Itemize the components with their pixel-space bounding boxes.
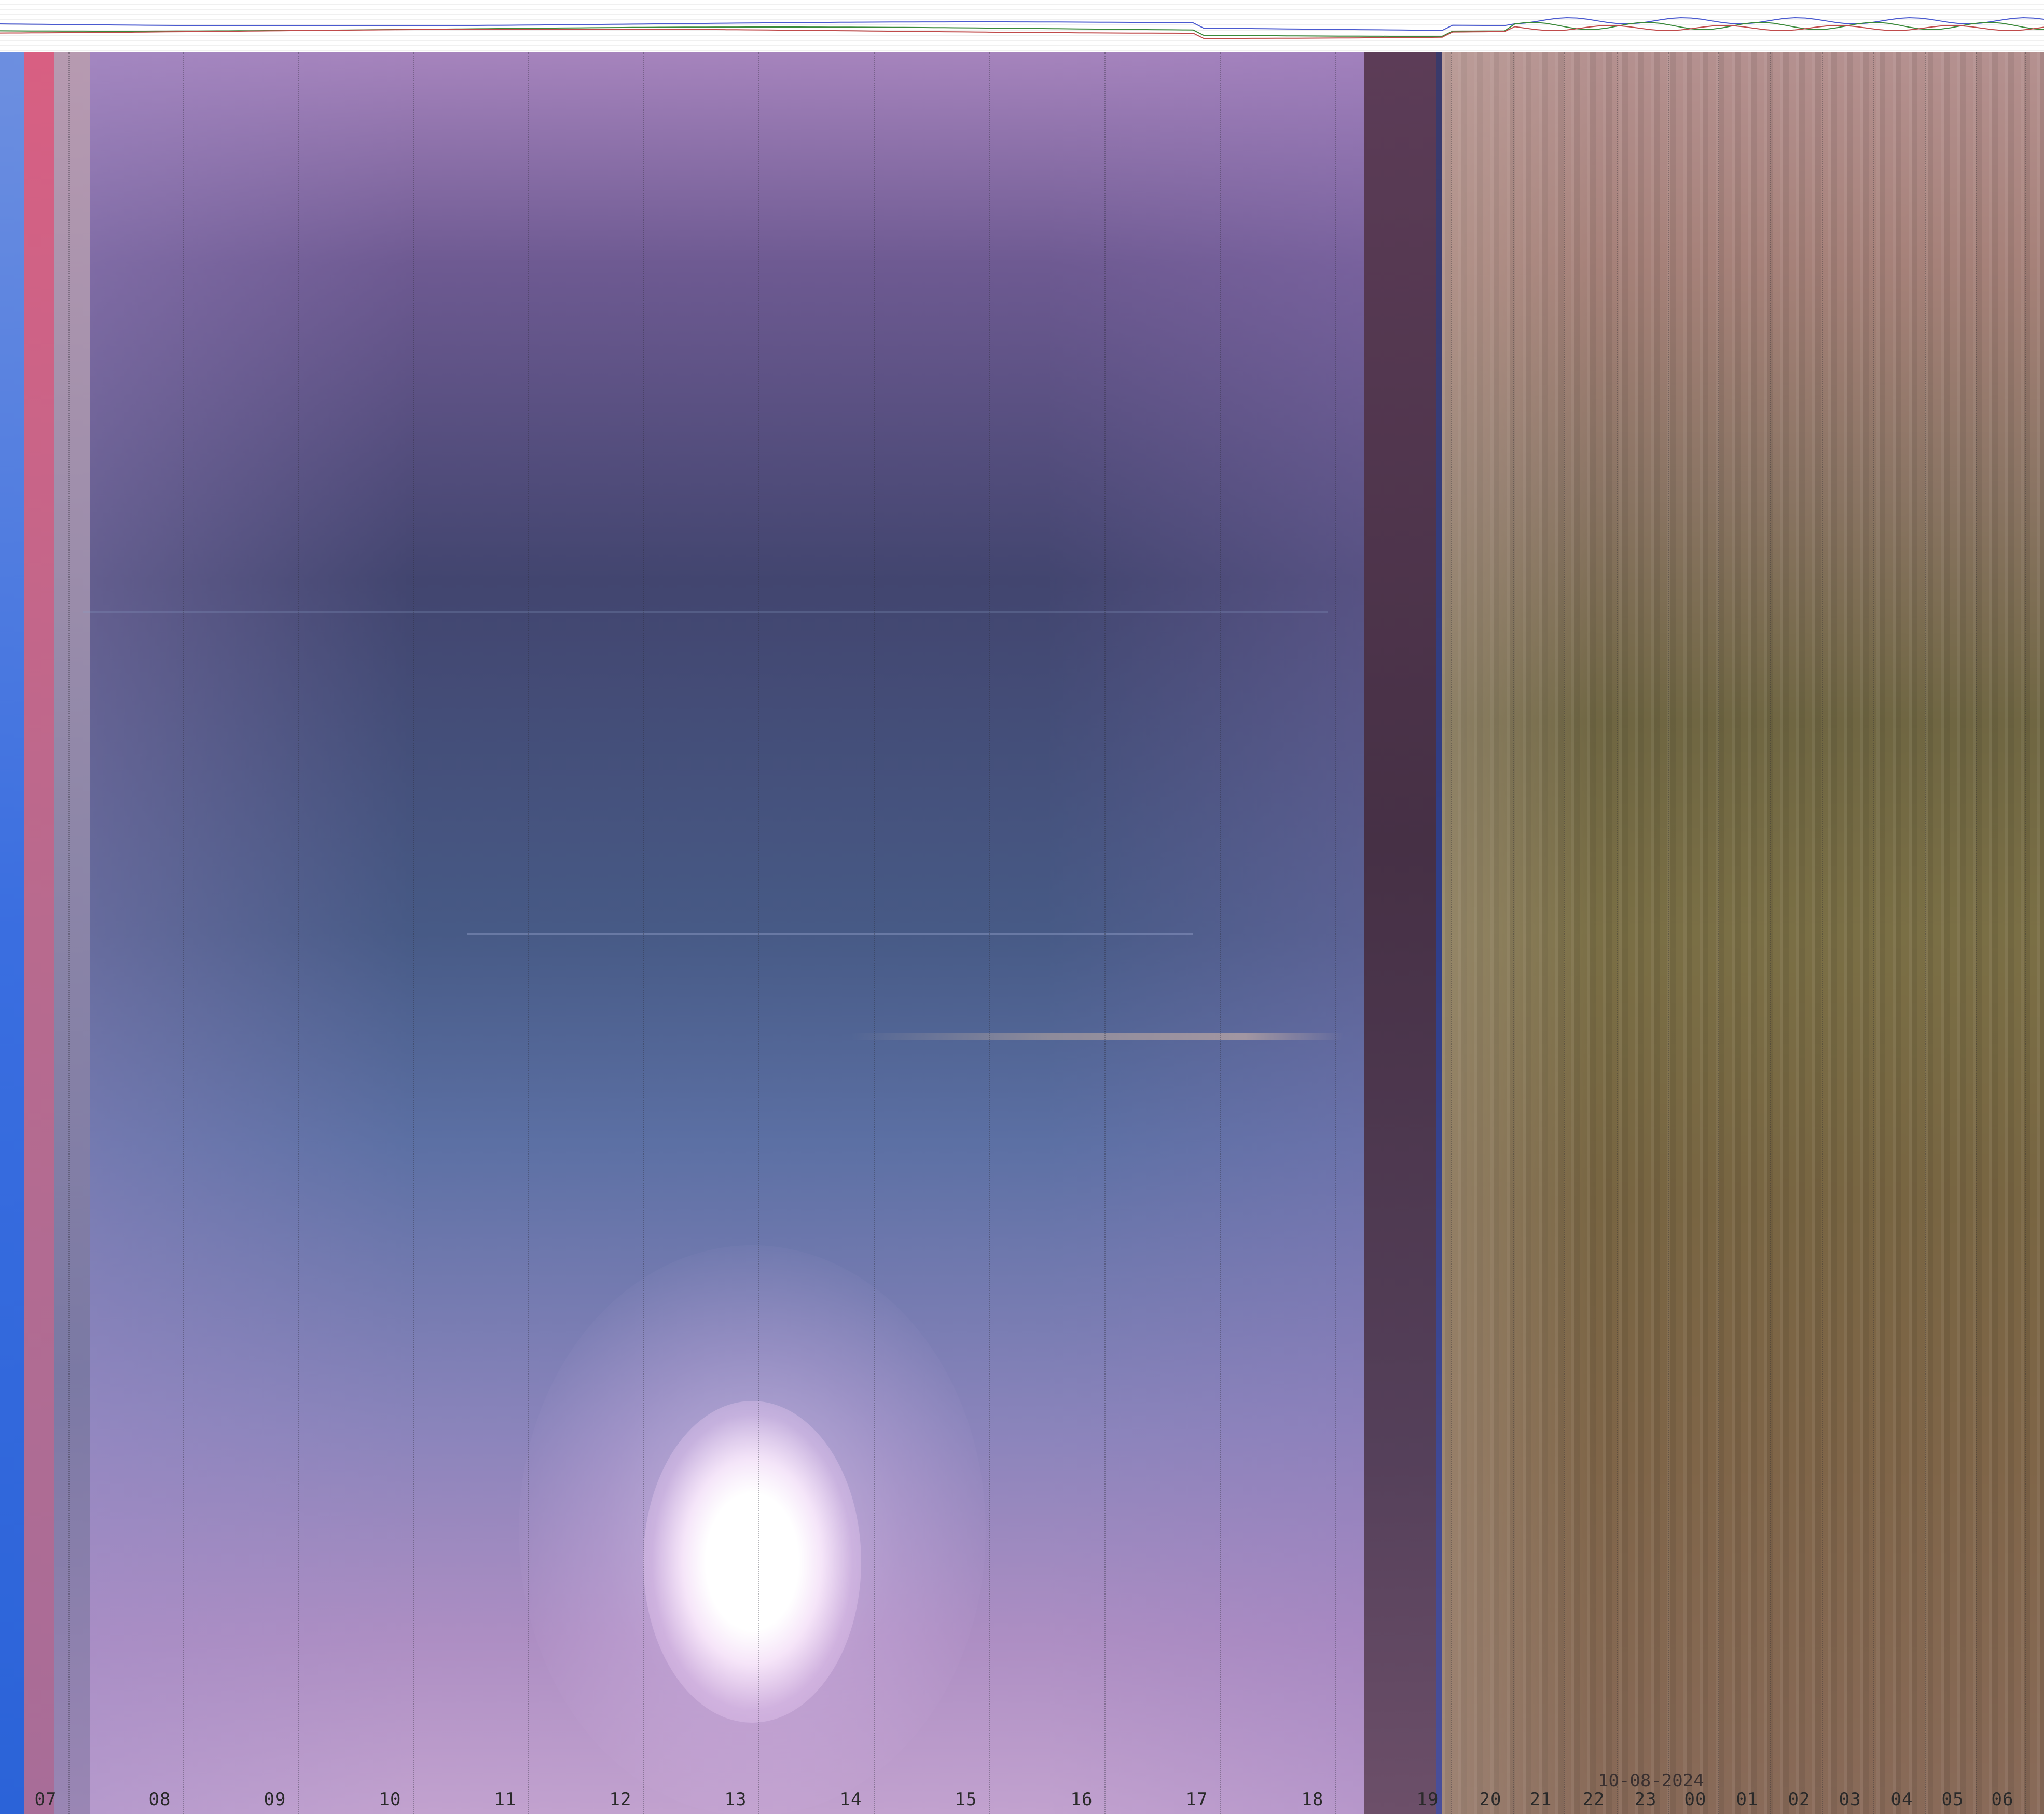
hour-label: 05 bbox=[1941, 1789, 1964, 1810]
hour-label: 14 bbox=[839, 1789, 862, 1810]
sensor-plot bbox=[0, 4, 2044, 51]
hour-label: 20 bbox=[1479, 1789, 1502, 1810]
hour-label: 00 bbox=[1684, 1789, 1707, 1810]
hour-label: 04 bbox=[1890, 1789, 1913, 1810]
keogram-image: 07 08 09 10 11 12 13 14 15 16 17 18 19 20 21 22 23 00 01 02… bbox=[0, 52, 2044, 1814]
hour-label: 07 bbox=[34, 1789, 57, 1810]
hour-axis: 07 08 09 10 11 12 13 14 15 16 17 18 19 20 21 22 23 00 01 02… bbox=[0, 52, 2044, 1814]
hour-label: 13 bbox=[724, 1789, 747, 1810]
hour-label: 03 bbox=[1839, 1789, 1861, 1810]
hour-label: 02 bbox=[1788, 1789, 1811, 1810]
hour-label: 10 bbox=[379, 1789, 402, 1810]
hour-label: 21 bbox=[1529, 1789, 1552, 1810]
hour-label: 12 bbox=[609, 1789, 632, 1810]
hour-label: 06 bbox=[1991, 1789, 2014, 1810]
hour-label: 19 bbox=[1416, 1789, 1439, 1810]
hour-label: 09 bbox=[264, 1789, 286, 1810]
plot-trace bbox=[0, 24, 2044, 39]
plot-trace bbox=[0, 22, 2044, 37]
hour-label: 17 bbox=[1185, 1789, 1208, 1810]
hour-label: 18 bbox=[1301, 1789, 1324, 1810]
hour-label: 11 bbox=[494, 1789, 517, 1810]
sensor-plot-strip bbox=[0, 0, 2044, 53]
hour-label: 23 bbox=[1634, 1789, 1657, 1810]
hour-label: 22 bbox=[1582, 1789, 1605, 1810]
date-label: 10-08-2024 bbox=[1598, 1770, 1704, 1791]
hour-label: 15 bbox=[955, 1789, 977, 1810]
hour-label: 16 bbox=[1070, 1789, 1093, 1810]
hour-label: 01 bbox=[1736, 1789, 1759, 1810]
hour-label: 08 bbox=[148, 1789, 171, 1810]
